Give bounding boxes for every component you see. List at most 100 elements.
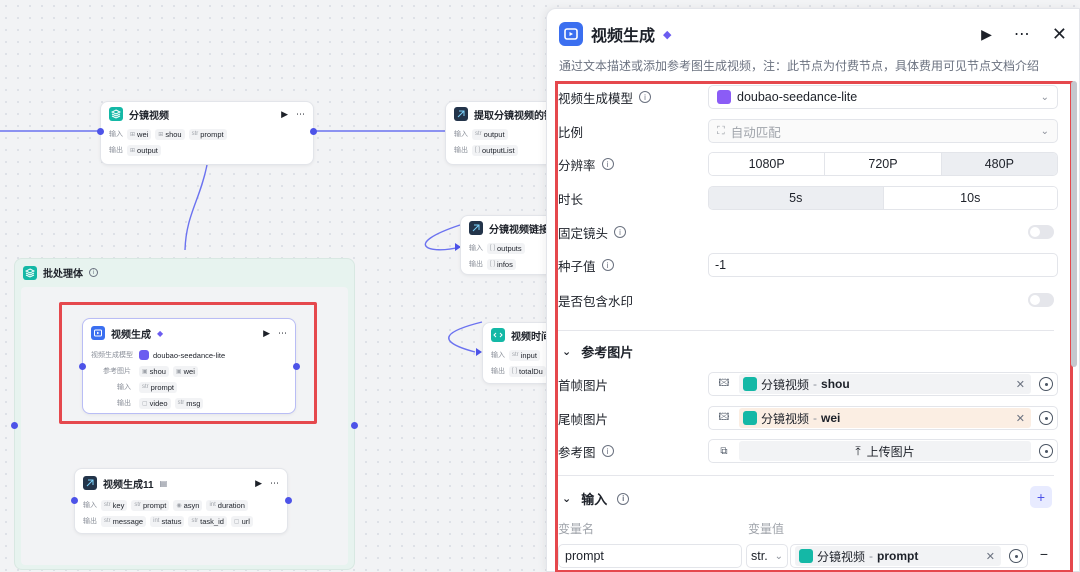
duration-option[interactable]: 10s [883, 187, 1057, 209]
group-output-port[interactable] [351, 422, 358, 429]
node-extract-links[interactable]: 提取分镜视频的链 输入 str output 输出 [ ] outputList [445, 101, 555, 165]
col-value-header: 变量值 [748, 522, 785, 536]
input-label: 输入 [491, 352, 505, 359]
model-logo-icon [717, 90, 731, 104]
run-icon[interactable]: ▶ [981, 26, 992, 43]
watermark-toggle[interactable] [1028, 293, 1054, 307]
type-select[interactable]: str. ⌄ [746, 544, 788, 568]
divider [558, 330, 1054, 331]
param-tag: ▣ wei [172, 365, 198, 377]
param-tag: ◉ asyn [173, 499, 203, 511]
variable-chip[interactable]: 分镜视频 - shou ✕ [739, 374, 1031, 394]
input-label: 输入 [83, 502, 97, 509]
param-tag: str output [472, 128, 508, 140]
info-icon[interactable]: i [601, 445, 614, 457]
add-input-button[interactable]: + [1030, 486, 1052, 508]
run-icon[interactable]: ▶ [263, 328, 270, 339]
ratio-select-value: 自动匹配 [730, 125, 781, 140]
field-label: 尾帧图片 [558, 412, 609, 427]
variable-picker-icon[interactable] [1009, 549, 1023, 563]
section-title: 参考图片 [581, 345, 634, 360]
param-tag: str message [101, 515, 147, 527]
output-label: 输出 [454, 147, 468, 154]
more-icon[interactable]: ⋯ [270, 478, 279, 489]
model-label: 视频生成模型 [91, 352, 133, 359]
input-section-header[interactable]: ⌄ 输入 i [562, 489, 630, 508]
upload-label: 上传图片 [866, 444, 915, 459]
resolution-option[interactable]: 720P [825, 153, 942, 175]
info-icon[interactable]: i [639, 91, 652, 103]
image-icon: 🖾 [718, 411, 730, 423]
input-port[interactable] [79, 363, 86, 370]
node-video-gen-11[interactable]: 视频生成11 ▤ ▶ ⋯ 输入 str key str prompt ◉ asyn in… [74, 468, 288, 534]
variable-picker-icon[interactable] [1039, 411, 1053, 425]
input-label: 输入 [454, 131, 468, 138]
info-icon[interactable]: i [89, 268, 98, 277]
chip-separator: - [813, 411, 818, 425]
images-icon: ⧉ [720, 445, 728, 457]
node-title: 分镜视频 [129, 110, 169, 122]
field-label: 时长 [558, 192, 584, 207]
info-icon[interactable]: i [601, 158, 614, 170]
run-icon[interactable]: ▶ [281, 109, 288, 120]
chevron-down-icon: ⌄ [1040, 91, 1049, 103]
node-link[interactable]: 分镜视频链接 输入 [ ] outputs 输出 [ ] infos [460, 215, 555, 275]
info-icon[interactable]: i [617, 492, 630, 505]
param-tag: str input [509, 349, 540, 361]
field-label: 是否包含水印 [558, 294, 634, 309]
info-icon[interactable]: i [614, 226, 627, 238]
model-icon [139, 350, 149, 360]
group-input-port[interactable] [11, 422, 18, 429]
remove-input-button[interactable]: − [1040, 546, 1048, 562]
node-title: 分镜视频链接 [489, 224, 546, 236]
node-video-time[interactable]: 视频时间 输入 strinput 输出 [ ]totalDu [482, 322, 555, 384]
seed-input[interactable]: -1 [708, 253, 1058, 277]
var-name-input[interactable]: prompt [558, 544, 742, 568]
variable-chip[interactable]: 分镜视频 - prompt ✕ [795, 546, 1001, 566]
input-port[interactable] [97, 128, 104, 135]
node-video-gen[interactable]: 视频生成 ◆ ▶ ⋯ 视频生成模型 doubao-seedance-lite 参考… [82, 318, 296, 414]
variable-chip[interactable]: 分镜视频 - wei ✕ [739, 408, 1031, 428]
clear-icon[interactable]: ✕ [1016, 412, 1027, 425]
col-name-header: 变量名 [558, 522, 595, 536]
resolution-option[interactable]: 1080P [709, 153, 826, 175]
model-select[interactable]: doubao-seedance-lite ⌄ [708, 85, 1058, 109]
upload-button[interactable]: ⤒ 上传图片 [739, 441, 1031, 461]
param-tag: str task_id [188, 515, 227, 527]
doc-icon: ▤ [159, 478, 168, 488]
param-tag: ▣ shou [139, 365, 169, 377]
more-icon[interactable]: ⋯ [296, 109, 305, 120]
more-icon[interactable]: ⋯ [1014, 24, 1030, 44]
panel-scrollbar[interactable] [1071, 81, 1077, 367]
ratio-select[interactable]: ⛶ 自动匹配 ⌄ [708, 119, 1058, 143]
ref-image-upload: ⧉ ⤒ 上传图片 [708, 439, 1058, 463]
input-label: 输入 [109, 131, 123, 138]
input-port[interactable] [71, 497, 78, 504]
close-icon[interactable]: ✕ [1052, 24, 1067, 45]
first-frame-ref: 🖾 分镜视频 - shou ✕ [708, 372, 1058, 396]
fixed-camera-toggle[interactable] [1028, 225, 1054, 239]
output-label: 输出 [83, 518, 97, 525]
more-icon[interactable]: ⋯ [278, 328, 287, 339]
video-icon [91, 326, 105, 340]
premium-icon: ◆ [663, 28, 672, 41]
model-select-value: doubao-seedance-lite [737, 90, 858, 104]
param-tag: ⊞ wei [127, 128, 152, 140]
param-tag: str prompt [188, 128, 227, 140]
clear-icon[interactable]: ✕ [986, 550, 997, 563]
clear-icon[interactable]: ✕ [1016, 378, 1027, 391]
duration-option-selected[interactable]: 5s [709, 187, 884, 209]
variable-picker-icon[interactable] [1039, 377, 1053, 391]
output-port[interactable] [293, 363, 300, 370]
resolution-option-selected[interactable]: 480P [941, 153, 1057, 175]
node-split-video[interactable]: 分镜视频 ▶ ⋯ 输入 ⊞ wei ⊞ shou str prompt 输出 ⊞ outp… [100, 101, 314, 165]
info-icon[interactable]: i [601, 259, 614, 271]
param-tag: str prompt [139, 381, 178, 393]
variable-picker-icon[interactable] [1039, 444, 1053, 458]
output-port[interactable] [310, 128, 317, 135]
run-icon[interactable]: ▶ [255, 478, 262, 489]
output-port[interactable] [285, 497, 292, 504]
ref-section-header[interactable]: ⌄ 参考图片 [562, 342, 633, 361]
param-tag: ⊞ shou [155, 128, 185, 140]
image-icon: 🖾 [718, 377, 730, 389]
